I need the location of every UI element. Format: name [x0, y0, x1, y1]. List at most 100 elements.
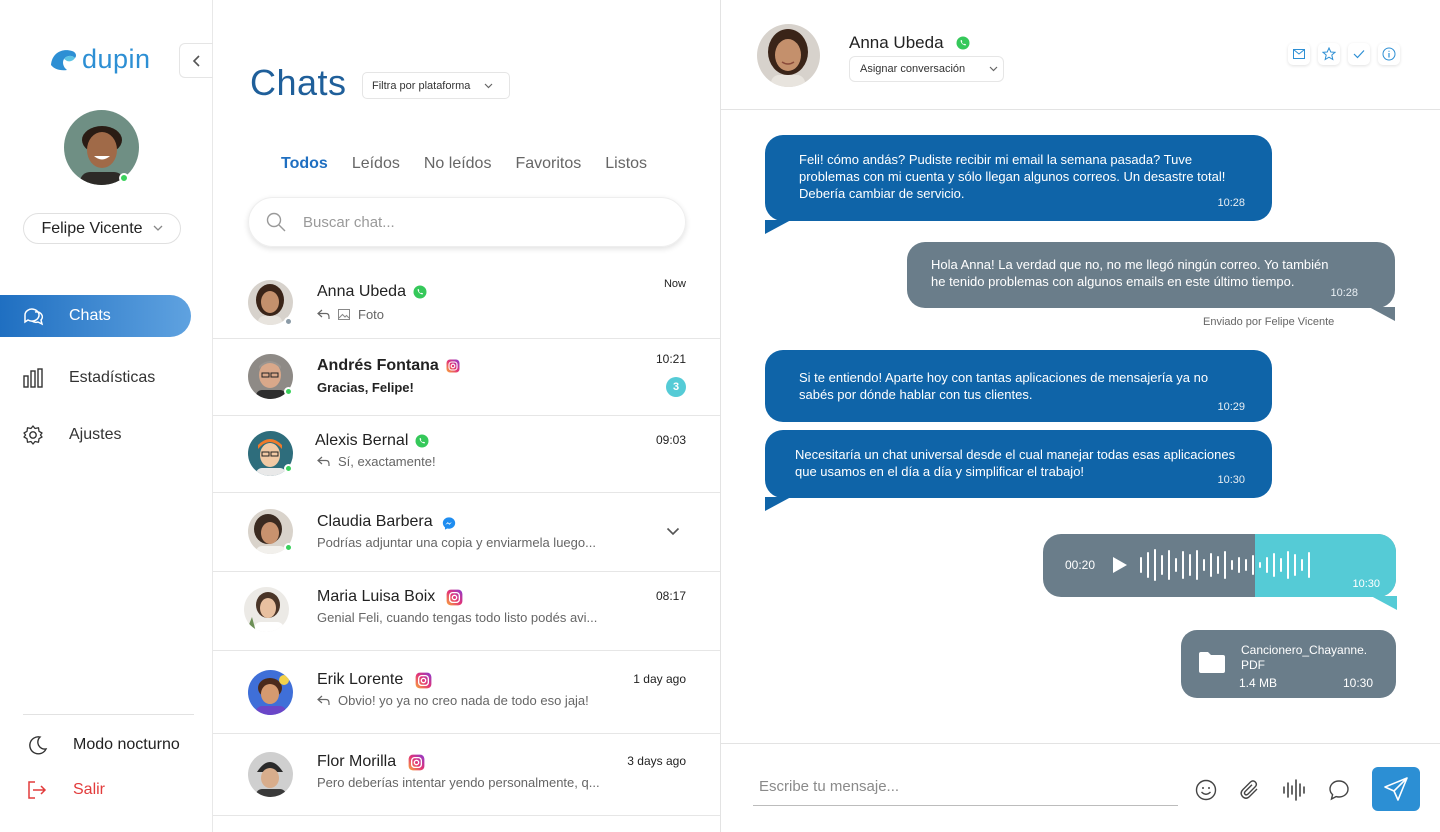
- reply-icon: [317, 309, 330, 319]
- smiley-icon: [1195, 779, 1217, 801]
- instagram-icon: [446, 359, 460, 373]
- bubble-tail: [765, 497, 791, 511]
- play-button[interactable]: [1112, 556, 1128, 579]
- waveform-bar: [1280, 558, 1282, 572]
- chat-row[interactable]: Erik Lorente Obvio! yo ya no creo nada d…: [213, 651, 720, 734]
- chat-name: Andrés Fontana: [317, 357, 460, 375]
- chat-row[interactable]: Alexis Bernal Sí, exactamente! 09:03: [213, 416, 720, 493]
- bubble-tail: [765, 220, 791, 234]
- nav-label: Chats: [69, 307, 111, 324]
- mail-button[interactable]: [1288, 43, 1310, 65]
- tab-favoritos[interactable]: Favoritos: [515, 155, 581, 173]
- assign-conversation-select[interactable]: Asignar conversación: [849, 56, 1004, 82]
- expand-row-button[interactable]: [666, 523, 680, 541]
- waveform-bar: [1266, 557, 1268, 573]
- waveform-bar: [1217, 556, 1219, 574]
- chat-row[interactable]: Anna Ubeda Foto Now: [213, 262, 720, 339]
- search-input[interactable]: [303, 213, 643, 231]
- mark-done-button[interactable]: [1348, 43, 1370, 65]
- nav-item-estadisticas[interactable]: Estadísticas: [0, 357, 191, 399]
- message-time: 10:28: [1217, 197, 1245, 209]
- brand-name: dupin: [82, 44, 151, 74]
- star-icon: [1322, 47, 1336, 61]
- attach-button[interactable]: [1237, 777, 1263, 803]
- nav-item-ajustes[interactable]: Ajustes: [0, 414, 191, 456]
- waveform-bar: [1238, 557, 1240, 573]
- contact-name: Claudia Barbera: [317, 513, 433, 530]
- chat-row[interactable]: Claudia Barbera Podrías adjuntar una cop…: [213, 493, 720, 572]
- message-time: 10:30: [1352, 578, 1380, 590]
- nav-item-chats[interactable]: Chats: [0, 295, 191, 337]
- waveform-bar: [1175, 558, 1177, 572]
- message-text: Si te entiendo! Aparte hoy con tantas ap…: [799, 370, 1209, 402]
- message-composer: [721, 743, 1440, 832]
- tab-todos[interactable]: Todos: [281, 155, 328, 173]
- chat-name: Flor Morilla: [317, 753, 425, 771]
- quick-reply-button[interactable]: [1326, 777, 1352, 803]
- file-name: Cancionero_Chayanne.: [1241, 643, 1368, 657]
- file-size: 1.4 MB: [1239, 676, 1278, 690]
- message-input[interactable]: [753, 768, 1178, 806]
- waveform-bar: [1196, 550, 1198, 580]
- reply-icon: [317, 456, 330, 466]
- chat-row[interactable]: Maria Luisa Boix Genial Feli, cuando ten…: [213, 572, 720, 651]
- unread-badge: 3: [666, 377, 686, 397]
- logo: dupin: [48, 44, 151, 75]
- chats-icon: [22, 305, 44, 327]
- chat-time: Now: [663, 278, 686, 290]
- waveform-bar: [1203, 559, 1205, 571]
- info-button[interactable]: [1378, 43, 1400, 65]
- chat-name: Maria Luisa Boix: [317, 588, 463, 606]
- image-icon: [338, 309, 350, 320]
- waveform-bar: [1189, 554, 1191, 576]
- favorite-button[interactable]: [1318, 43, 1340, 65]
- contact-title: Anna Ubeda: [849, 33, 970, 53]
- message-time: 10:28: [1330, 287, 1358, 299]
- chat-time: 09:03: [655, 433, 686, 447]
- nav-label: Ajustes: [69, 426, 122, 443]
- whatsapp-icon: [413, 285, 427, 299]
- dolphin-logo-icon: [51, 49, 76, 70]
- folder-icon: [1199, 652, 1225, 673]
- platform-filter-select[interactable]: Filtra por plataforma: [362, 72, 510, 99]
- chat-preview: Pero deberías intentar yendo personalmen…: [317, 775, 600, 790]
- contact-avatar[interactable]: [757, 24, 820, 87]
- status-dot: [284, 317, 293, 326]
- incoming-message: Feli! cómo andás? Pudiste recibir mi ema…: [765, 135, 1272, 234]
- chat-preview: Podrías adjuntar una copia y enviarmela …: [317, 535, 596, 550]
- send-button[interactable]: [1372, 767, 1420, 811]
- emoji-button[interactable]: [1193, 777, 1219, 803]
- tab-listos[interactable]: Listos: [605, 155, 647, 173]
- chat-time: 1 day ago: [633, 672, 686, 686]
- waveform-bar: [1161, 555, 1163, 575]
- file-message[interactable]: Cancionero_Chayanne. PDF 1.4 MB 10:30: [1181, 630, 1396, 698]
- speech-bubble-icon: [1329, 780, 1349, 801]
- incoming-message: Si te entiendo! Aparte hoy con tantas ap…: [765, 350, 1272, 422]
- waveform-bar: [1168, 550, 1170, 580]
- chat-row[interactable]: Flor Morilla Pero deberías intentar yend…: [213, 734, 720, 816]
- message-time: 10:30: [1217, 474, 1245, 486]
- conversation-header: Anna Ubeda Asignar conversación: [721, 0, 1440, 110]
- contact-name: Flor Morilla: [317, 753, 397, 770]
- night-mode-label: Modo nocturno: [73, 736, 180, 753]
- preview-text: Gracias, Felipe!: [317, 380, 414, 395]
- send-icon: [1384, 777, 1408, 801]
- collapse-sidebar-button[interactable]: [179, 43, 213, 78]
- chat-row[interactable]: Andrés Fontana Gracias, Felipe! 10:21 3: [213, 339, 720, 416]
- audio-waveform[interactable]: [1140, 549, 1310, 581]
- chat-name: Alexis Bernal: [315, 432, 429, 450]
- waveform-icon: [1283, 779, 1305, 801]
- messenger-icon: [442, 515, 456, 530]
- night-mode-toggle[interactable]: Modo nocturno: [26, 734, 180, 756]
- nav-label: Estadísticas: [69, 369, 156, 386]
- preview-text: Pero deberías intentar yendo personalmen…: [317, 775, 600, 790]
- tab-leidos[interactable]: Leídos: [352, 155, 400, 173]
- tab-no-leidos[interactable]: No leídos: [424, 155, 492, 173]
- chevron-down-icon: [666, 527, 680, 536]
- chat-list-panel: Chats Filtra por plataforma Todos Leídos…: [213, 0, 721, 832]
- conversation-panel: Anna Ubeda Asignar conversación Feli! có…: [721, 0, 1440, 832]
- chevron-down-icon: [485, 83, 493, 88]
- user-select[interactable]: Felipe Vicente: [23, 213, 181, 244]
- logout-button[interactable]: Salir: [26, 779, 105, 801]
- voice-message-button[interactable]: [1281, 777, 1307, 803]
